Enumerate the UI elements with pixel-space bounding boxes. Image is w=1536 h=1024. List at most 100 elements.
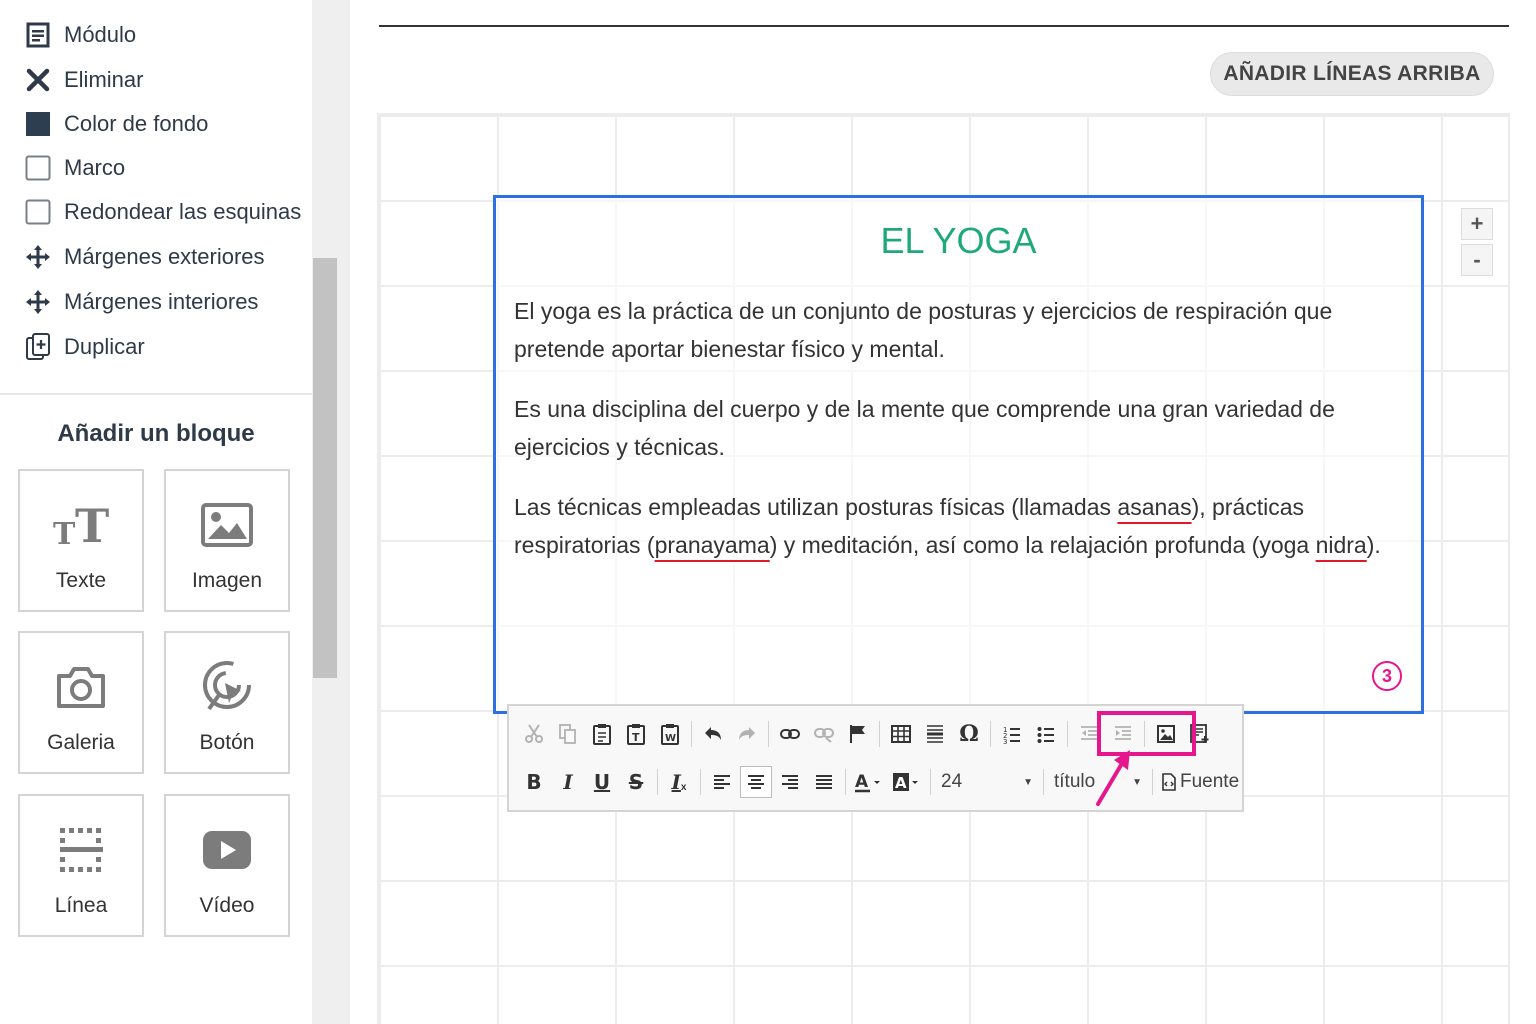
font-size-select[interactable]: 24 ▼ xyxy=(935,767,1039,797)
block-title[interactable]: EL YOGA xyxy=(496,220,1421,262)
block-tile-video[interactable]: Vídeo xyxy=(164,794,290,937)
link-icon[interactable] xyxy=(774,718,806,750)
numbered-list-icon[interactable]: 123 xyxy=(996,718,1028,750)
misspelled-word: nidra xyxy=(1315,532,1367,558)
block-tile-button[interactable]: Botón xyxy=(164,631,290,774)
align-right-icon[interactable] xyxy=(774,766,806,798)
table-icon[interactable] xyxy=(885,718,917,750)
clear-format-button[interactable]: Ix xyxy=(663,766,695,798)
text-icon: TT xyxy=(53,495,109,555)
toolbar-separator xyxy=(930,769,931,795)
underline-button[interactable]: U xyxy=(586,766,618,798)
module-icon xyxy=(24,21,52,49)
align-center-icon[interactable] xyxy=(740,766,772,798)
menu-item-border[interactable]: Marco xyxy=(24,150,125,186)
sidebar-scrollbar-thumb[interactable] xyxy=(313,258,337,678)
menu-item-delete[interactable]: Eliminar xyxy=(24,62,143,98)
chevron-down-icon: ▼ xyxy=(1023,776,1033,788)
background-color-icon[interactable]: A xyxy=(889,766,925,798)
sidebar-divider xyxy=(0,393,312,395)
paragraph[interactable]: Las técnicas empleadas utilizan posturas… xyxy=(514,488,1394,564)
align-left-icon[interactable] xyxy=(706,766,738,798)
clear-format-label: I xyxy=(671,770,681,794)
toolbar-separator xyxy=(768,721,769,747)
remove-row-button[interactable]: - xyxy=(1461,244,1493,276)
checkbox-icon[interactable] xyxy=(24,154,52,182)
duplicate-icon xyxy=(24,333,52,361)
sidebar: Módulo Eliminar Color de fondo Marco Red… xyxy=(0,0,312,1024)
close-icon xyxy=(24,66,52,94)
toolbar-separator xyxy=(691,721,692,747)
add-block-title: Añadir un bloque xyxy=(57,420,255,447)
toolbar-separator xyxy=(845,769,846,795)
menu-item-label: Redondear las esquinas xyxy=(64,199,302,224)
block-tile-label: Texte xyxy=(55,569,107,592)
toolbar-separator xyxy=(1152,769,1153,795)
block-tile-label: Galeria xyxy=(47,731,115,754)
menu-item-label: Márgenes exteriores xyxy=(64,244,265,269)
toolbar-separator xyxy=(990,721,991,747)
menu-item-label: Módulo xyxy=(64,22,137,47)
redo-icon[interactable] xyxy=(731,718,763,750)
selected-text-block[interactable]: EL YOGA El yoga es la práctica de un con… xyxy=(493,195,1424,714)
top-divider-line xyxy=(379,25,1509,27)
menu-item-label: Eliminar xyxy=(64,67,144,92)
source-button[interactable]: Fuente xyxy=(1157,771,1243,793)
add-lines-above-button[interactable]: AÑADIR LÍNEAS ARRIBA xyxy=(1210,52,1494,96)
paragraph-text: ). xyxy=(1366,532,1381,558)
paragraph[interactable]: Es una disciplina del cuerpo y de la men… xyxy=(514,390,1394,466)
menu-item-label: Márgenes interiores xyxy=(64,289,259,314)
menu-item-duplicate[interactable]: Duplicar xyxy=(24,329,145,365)
svg-text:W: W xyxy=(665,733,676,744)
menu-item-round-corners[interactable]: Redondear las esquinas xyxy=(24,194,301,230)
menu-item-module[interactable]: Módulo xyxy=(24,17,136,53)
copy-icon[interactable] xyxy=(552,718,584,750)
special-char-omega-icon[interactable]: Ω xyxy=(953,718,985,750)
cut-icon[interactable] xyxy=(518,718,550,750)
bulleted-list-icon[interactable] xyxy=(1030,718,1062,750)
undo-icon[interactable] xyxy=(697,718,729,750)
dotted-line-icon xyxy=(58,820,104,880)
color-swatch-icon xyxy=(24,110,52,138)
bold-button[interactable]: B xyxy=(518,766,550,798)
toolbar-separator xyxy=(1043,769,1044,795)
block-tile-line[interactable]: Línea xyxy=(18,794,144,937)
menu-item-outer-margins[interactable]: Márgenes exteriores xyxy=(24,239,265,275)
block-tile-text[interactable]: TT Texte xyxy=(18,469,144,612)
italic-button[interactable]: I xyxy=(552,766,584,798)
menu-item-background-color[interactable]: Color de fondo xyxy=(24,106,208,142)
paragraph[interactable]: El yoga es la práctica de un conjunto de… xyxy=(514,292,1394,368)
text-color-icon[interactable]: A xyxy=(851,766,887,798)
unlink-icon[interactable] xyxy=(808,718,840,750)
block-tile-label: Imagen xyxy=(191,569,263,592)
paste-word-icon[interactable]: W xyxy=(654,718,686,750)
cursor-click-icon xyxy=(201,657,253,717)
menu-item-inner-margins[interactable]: Márgenes interiores xyxy=(24,284,258,320)
paste-icon[interactable] xyxy=(586,718,618,750)
paste-text-icon[interactable]: T xyxy=(620,718,652,750)
block-tile-gallery[interactable]: Galeria xyxy=(18,631,144,774)
svg-text:T: T xyxy=(53,517,76,548)
menu-item-label: Duplicar xyxy=(64,334,145,359)
horizontal-rule-icon[interactable] xyxy=(919,718,951,750)
add-row-button[interactable]: + xyxy=(1461,208,1493,240)
misspelled-word: pranayama xyxy=(654,532,770,558)
source-icon xyxy=(1162,773,1176,791)
paragraph-text: ) y meditación, así como la relajación p… xyxy=(769,532,1316,558)
move-arrows-icon xyxy=(24,288,52,316)
step-number-badge: 3 xyxy=(1372,661,1402,691)
misspelled-word: asanas xyxy=(1117,494,1192,520)
camera-icon xyxy=(55,657,107,717)
svg-text:T: T xyxy=(632,731,640,744)
strikethrough-button[interactable]: S xyxy=(620,766,652,798)
block-tile-label: Línea xyxy=(54,894,108,917)
block-tile-image[interactable]: Imagen xyxy=(164,469,290,612)
strikethrough-label: S xyxy=(628,770,644,794)
source-label: Fuente xyxy=(1180,771,1240,792)
align-justify-icon[interactable] xyxy=(808,766,840,798)
checkbox-icon[interactable] xyxy=(24,198,52,226)
block-tile-label: Botón xyxy=(199,731,255,754)
anchor-flag-icon[interactable] xyxy=(842,718,874,750)
menu-item-label: Color de fondo xyxy=(64,111,209,136)
bold-label: B xyxy=(526,770,542,794)
